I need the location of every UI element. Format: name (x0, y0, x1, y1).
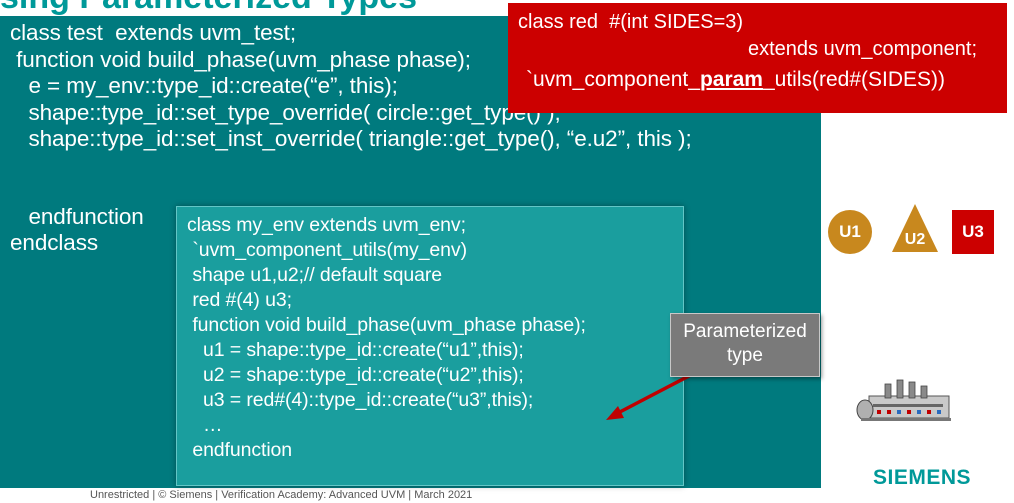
code-line-1: class test extends uvm_test; (10, 20, 296, 45)
code-line-4: shape::type_id::set_type_override( circl… (10, 99, 561, 125)
red-box-line-1: class red #(int SIDES=3) (518, 11, 744, 33)
u3-square-shape: U3 (952, 210, 994, 254)
red-box-line-3-bold: param (699, 68, 763, 91)
callout-line-1: Parameterized (683, 321, 807, 342)
env-code-line-3: shape u1,u2;// default square (187, 264, 443, 286)
env-code-line-1: class my_env extends uvm_env; (187, 214, 466, 236)
env-code-line-6: u1 = shape::type_id::create(“u1”,this); (187, 339, 524, 361)
footer-text: Unrestricted | © Siemens | Verification … (90, 489, 473, 501)
red-box-line-3-suffix: _utils(red#(SIDES)) (762, 68, 946, 91)
env-code-line-9: … (187, 414, 223, 436)
callout-line-2: type (727, 345, 763, 366)
u2-triangle-shape: U2 (890, 202, 940, 254)
red-class-box: class red #(int SIDES=3) extends uvm_com… (508, 3, 1007, 113)
env-code-line-4: red #(4) u3; (187, 289, 292, 311)
code-line-endfunction: endfunction (10, 204, 144, 229)
u1-label: U1 (839, 222, 861, 241)
parameterized-type-callout: Parameterized type (670, 313, 820, 377)
slide-title-text: sing Parameterized Types (0, 0, 417, 16)
code-line-2: function void build_phase(uvm_phase phas… (10, 46, 471, 72)
u3-label: U3 (962, 222, 984, 241)
u2-label: U2 (904, 231, 926, 248)
env-code-line-8: u3 = red#(4)::type_id::create(“u3”,this)… (187, 389, 534, 411)
siemens-logo: SIEMENS (873, 466, 972, 489)
env-code-line-10: endfunction (187, 439, 293, 461)
code-line-endclass: endclass (10, 230, 99, 255)
code-line-3: e = my_env::type_id::create(“e”, this); (10, 73, 398, 98)
u1-circle-shape: U1 (828, 210, 872, 254)
env-class-panel: class my_env extends uvm_env; `uvm_compo… (176, 206, 684, 486)
env-code-line-5: function void build_phase(uvm_phase phas… (187, 314, 586, 336)
red-box-line-3-prefix: `uvm_component_ (526, 68, 700, 91)
code-line-5: shape::type_id::set_inst_override( trian… (10, 126, 692, 151)
red-box-line-2: extends uvm_component; (748, 38, 978, 60)
red-box-line-3: `uvm_component_param_utils(red#(SIDES)) (526, 66, 945, 93)
env-code-line-2: `uvm_component_utils(my_env) (187, 239, 467, 261)
factory-icon (856, 379, 951, 421)
env-code-line-7: u2 = shape::type_id::create(“u2”,this); (187, 364, 524, 386)
